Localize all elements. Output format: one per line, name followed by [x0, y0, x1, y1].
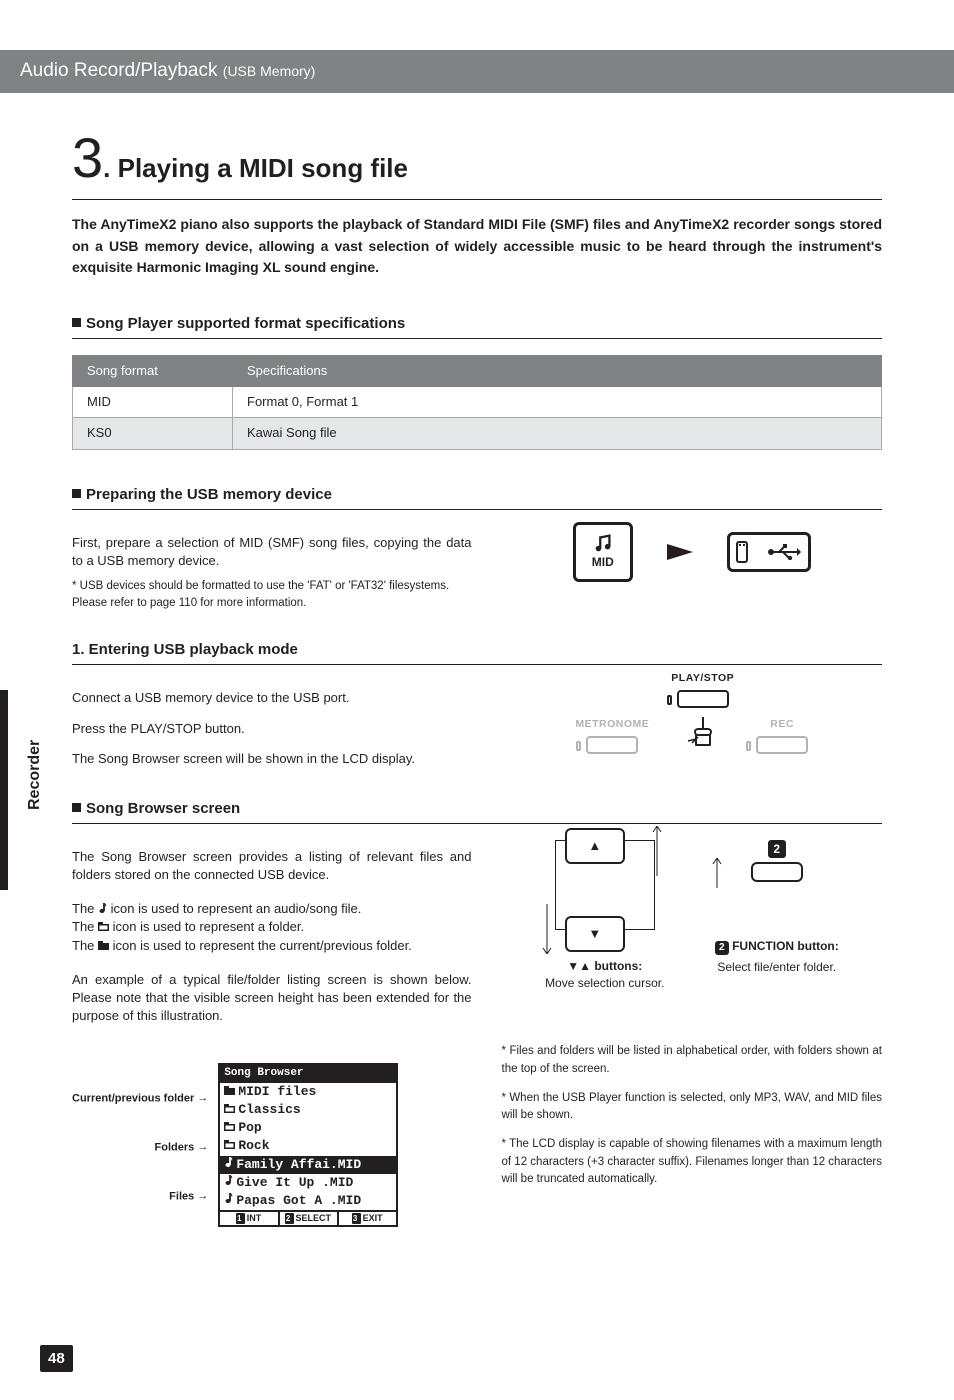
note-icon [224, 1156, 233, 1174]
spec-heading: Song Player supported format specificati… [72, 313, 882, 339]
metronome-button-icon [586, 736, 638, 754]
footnotes: * Files and folders will be listed in al… [502, 1043, 882, 1188]
lcd-row: Rock [220, 1137, 396, 1155]
down-button-icon: ▼ [565, 916, 625, 952]
prep-paragraph: First, prepare a selection of MID (SMF) … [72, 534, 472, 570]
lcd-row: Give It Up .MID [220, 1174, 396, 1192]
prep-note: * USB devices should be formatted to use… [72, 578, 472, 611]
lcd-title: Song Browser [220, 1065, 396, 1082]
browser-heading: Song Browser screen [72, 798, 882, 824]
panel-buttons-diagram: METRONOME PLAY/STOP REC [502, 671, 882, 758]
folder-icon [224, 1137, 235, 1155]
bullet-icon [72, 489, 81, 498]
section-title-row: 3. Playing a MIDI song file [72, 119, 882, 200]
bullet-icon [72, 318, 81, 327]
note-icon [224, 1174, 233, 1192]
lcd-row: Pop [220, 1119, 396, 1137]
function-button-diagram: 2 2 FUNCTION button: Select file/enter f… [715, 840, 839, 976]
lcd-label-files: Files → [72, 1189, 208, 1205]
browser-p5: An example of a typical file/folder list… [72, 971, 472, 1026]
browser-icon-legend: The icon is used to represent an audio/s… [72, 900, 472, 955]
folder-icon [224, 1101, 235, 1119]
playstop-button-icon [677, 690, 729, 708]
function-button-icon [751, 862, 803, 882]
up-button-icon: ▲ [565, 828, 625, 864]
mid-file-icon: MID [573, 522, 633, 582]
folder-icon [224, 1119, 235, 1137]
lcd-row: Papas Got A .MID [220, 1192, 396, 1210]
usb-symbol-icon [767, 544, 801, 560]
lcd-row: Classics [220, 1101, 396, 1119]
folder-up-icon [224, 1083, 235, 1101]
header-title: Audio Record/Playback [20, 60, 218, 81]
note-icon [224, 1192, 233, 1210]
folder-icon [98, 922, 109, 931]
step1-p2: Press the PLAY/STOP button. [72, 720, 472, 738]
step1-p1: Connect a USB memory device to the USB p… [72, 689, 472, 707]
lcd-label-folders: Folders → [72, 1140, 208, 1156]
side-tab-bar [0, 690, 8, 890]
lcd-row: MIDI files [220, 1083, 396, 1101]
mid-label: MID [592, 554, 614, 571]
metronome-label: METRONOME [575, 717, 649, 732]
rec-button-icon [756, 736, 808, 754]
func-caption: 2 FUNCTION button: Select file/enter fol… [715, 938, 839, 976]
bullet-icon [72, 803, 81, 812]
nav-buttons-diagram: ▲ ▼ ▼▲ buttons: Move selection cursor. [545, 840, 665, 992]
intro-paragraph: The AnyTimeX2 piano also supports the pl… [72, 214, 882, 279]
page-number: 48 [40, 1345, 73, 1372]
nav-caption: ▼▲ buttons: Move selection cursor. [545, 958, 665, 992]
arrow-right-icon [667, 544, 693, 560]
browser-heading-text: Song Browser screen [86, 800, 240, 817]
header-bar: Audio Record/Playback (USB Memory) [0, 50, 954, 93]
prep-heading-text: Preparing the USB memory device [86, 486, 332, 503]
lcd-footer: 1INT 2SELECT 3EXIT [220, 1210, 396, 1225]
prep-heading: Preparing the USB memory device [72, 484, 882, 510]
section-title: . Playing a MIDI song file [103, 153, 408, 183]
table-row: KS0 Kawai Song file [73, 418, 882, 449]
section-number: 3 [72, 126, 103, 189]
footnote-2: * When the USB Player function is select… [502, 1090, 882, 1125]
table-row: MID Format 0, Format 1 [73, 387, 882, 418]
side-tab-label: Recorder [24, 740, 46, 810]
spec-table: Song format Specifications MID Format 0,… [72, 355, 882, 450]
spec-heading-text: Song Player supported format specificati… [86, 315, 405, 332]
col-spec: Specifications [233, 356, 882, 387]
footnote-1: * Files and folders will be listed in al… [502, 1043, 882, 1078]
function-number-badge: 2 [768, 840, 786, 858]
lcd-row: Family Affai.MID [220, 1156, 396, 1174]
playstop-label: PLAY/STOP [671, 671, 734, 686]
header-subtitle: (USB Memory) [223, 63, 316, 79]
mid-to-usb-diagram: MID [502, 522, 882, 582]
folder-up-icon [98, 941, 109, 950]
usb-drive-icon [727, 532, 811, 572]
hand-press-icon [671, 715, 734, 759]
rec-label: REC [756, 717, 808, 732]
col-format: Song format [73, 356, 233, 387]
footnote-3: * The LCD display is capable of showing … [502, 1136, 882, 1188]
step1-heading: 1. Entering USB playback mode [72, 639, 882, 665]
step1-p3: The Song Browser screen will be shown in… [72, 750, 472, 768]
lcd-example: Current/previous folder → Folders → File… [72, 1063, 472, 1226]
browser-p1: The Song Browser screen provides a listi… [72, 848, 472, 884]
note-icon [98, 902, 107, 914]
lcd-label-current: Current/previous folder → [72, 1091, 208, 1107]
